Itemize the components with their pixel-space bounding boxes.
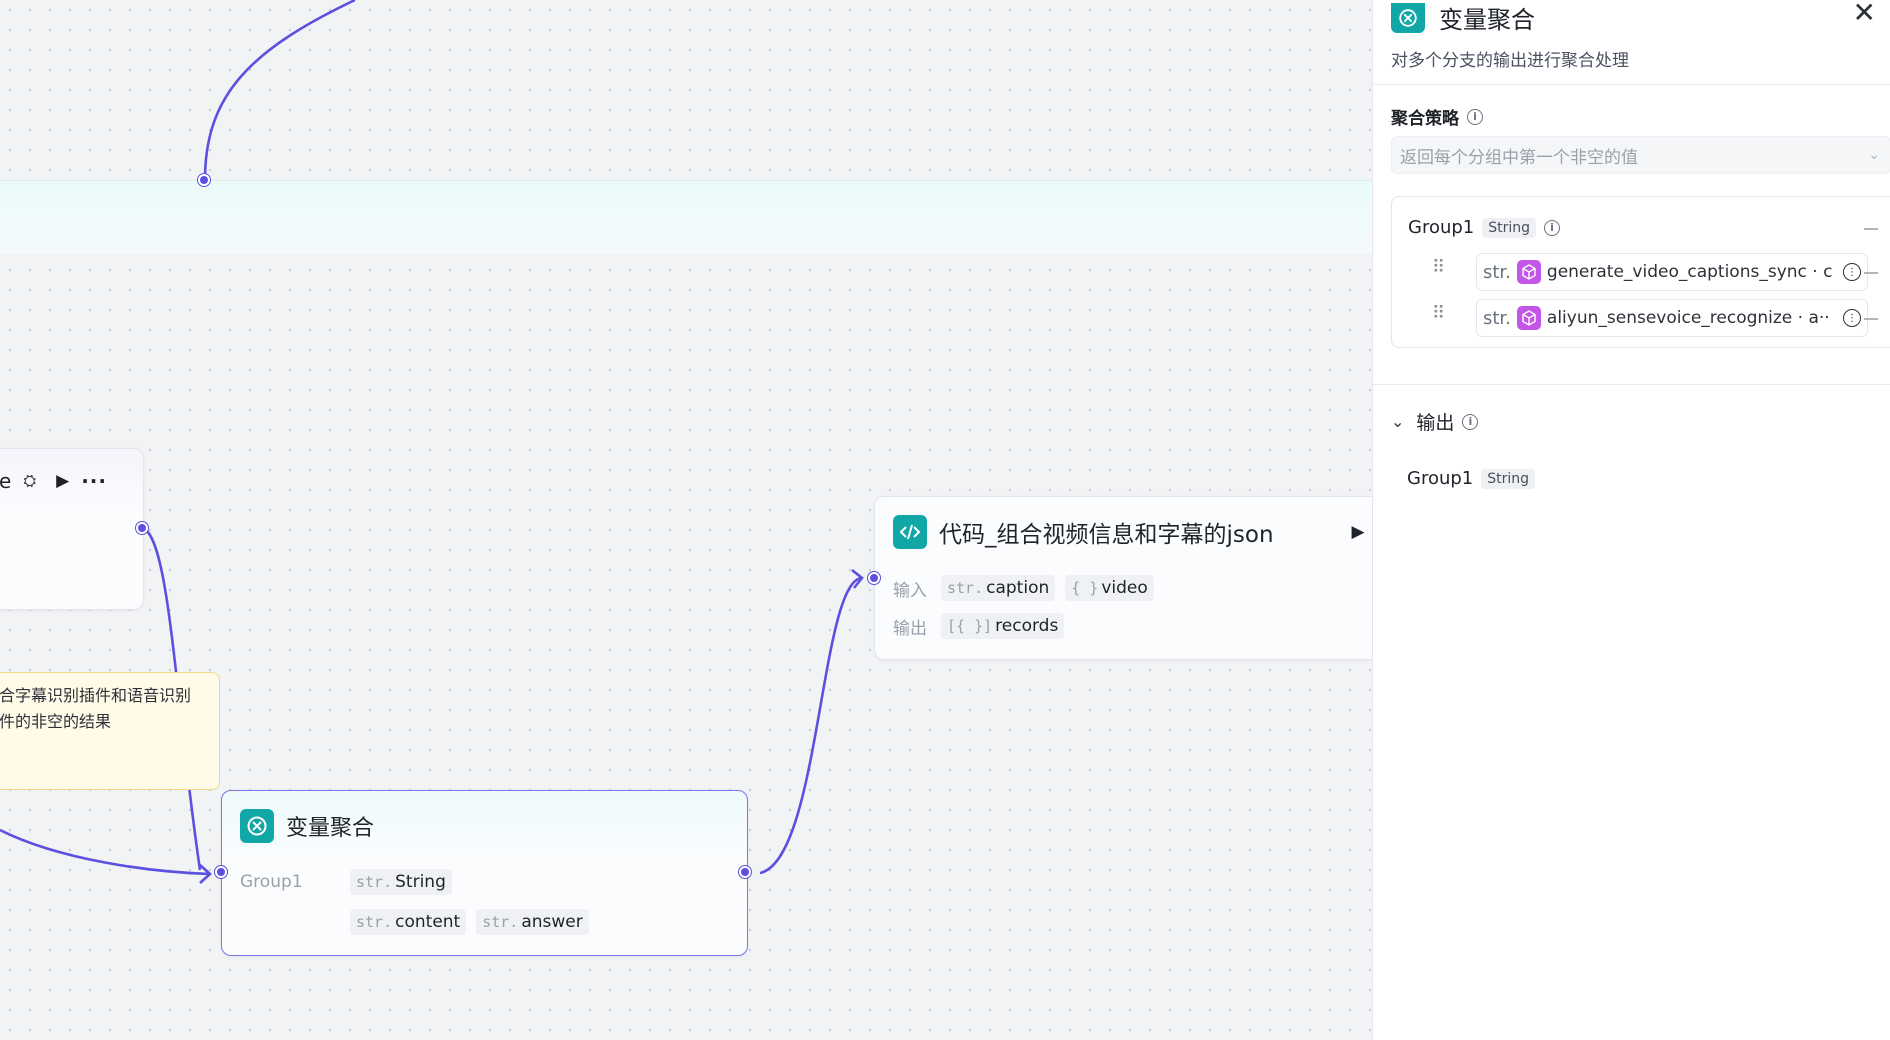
edge-agg-to-code bbox=[759, 576, 863, 875]
code-input-chip: str. caption bbox=[941, 575, 1056, 601]
variable-path: aliyun_sensevoice_recognize · a·· bbox=[1546, 308, 1830, 328]
aggregator-node-title: 变量聚合 bbox=[286, 816, 375, 841]
variable-picker-icon[interactable]: ⋮ bbox=[1843, 309, 1861, 327]
iteration-band bbox=[0, 180, 1372, 253]
variable-aggregator-icon bbox=[1391, 2, 1425, 33]
variable-aggregator-icon bbox=[240, 809, 274, 843]
strategy-select-value: 返回每个分组中第一个非空的值 bbox=[1400, 147, 1638, 168]
node-title-tail: e bbox=[0, 469, 12, 493]
strategy-select[interactable]: 返回每个分组中第一个非空的值 ⌄ bbox=[1391, 136, 1890, 174]
more-icon[interactable]: ··· bbox=[81, 469, 107, 493]
code-icon bbox=[893, 515, 927, 549]
code-node-input-handle[interactable] bbox=[868, 572, 880, 584]
edge-arrow-code bbox=[851, 568, 864, 589]
code-node[interactable]: 代码_组合视频信息和字幕的json ▶ 输入 str. caption { } vi… bbox=[874, 496, 1372, 660]
variable-selector[interactable]: str. generate_video_captions_sync · c ⋮ bbox=[1476, 253, 1868, 291]
remove-group-icon[interactable] bbox=[1864, 228, 1878, 230]
output-section-header[interactable]: ⌄ 输出 i bbox=[1391, 408, 1479, 435]
aggregator-var-chip: str. answer bbox=[476, 909, 589, 935]
remove-variable-icon[interactable] bbox=[1864, 318, 1878, 320]
note-line-2: 件的非空的结果 bbox=[0, 712, 112, 731]
plugin-icon bbox=[1516, 306, 1541, 330]
drag-handle-icon[interactable]: ⠿ bbox=[1432, 259, 1446, 277]
chevron-down-icon: ⌄ bbox=[1391, 412, 1405, 431]
info-icon[interactable]: i bbox=[1462, 413, 1479, 430]
code-output-chip: [{ }] records bbox=[941, 613, 1065, 639]
info-icon[interactable]: i bbox=[1544, 219, 1561, 236]
variable-path: generate_video_captions_sync · c bbox=[1546, 262, 1833, 282]
variable-selector[interactable]: str. aliyun_sensevoice_recognize · a·· ⋮ bbox=[1476, 299, 1868, 337]
aggregator-var-chip: str. content bbox=[350, 909, 467, 935]
aggregator-group-label: Group1 bbox=[240, 872, 303, 892]
aggregator-node[interactable]: 变量聚合 Group1 str. String str. content str. a… bbox=[221, 790, 748, 956]
group-card: Group1 String i ⠿ str. generate_video_ca… bbox=[1391, 196, 1890, 348]
panel-description[interactable]: 对多个分支的输出进行聚合处理 bbox=[1391, 46, 1629, 71]
group-name[interactable]: Group1 bbox=[1408, 217, 1474, 238]
code-input-chip: { } video bbox=[1065, 575, 1154, 601]
workflow-canvas[interactable]: e ⛭ ▶ ··· 合字幕识别插件和语音识别 件的非空的结果 代码_组合视频信息… bbox=[0, 0, 1372, 1040]
close-icon[interactable]: ✕ bbox=[1853, 0, 1876, 29]
drag-handle-icon[interactable]: ⠿ bbox=[1432, 305, 1446, 323]
variable-type: str. bbox=[1483, 261, 1511, 283]
code-node-title: 代码_组合视频信息和字幕的json bbox=[939, 522, 1274, 548]
variable-type: str. bbox=[1483, 307, 1511, 329]
edge-top bbox=[203, 0, 356, 181]
output-group-type-badge: String bbox=[1481, 468, 1536, 489]
aggregator-input-handle[interactable] bbox=[215, 866, 227, 878]
partial-node-output-handle[interactable] bbox=[136, 522, 148, 534]
node-settings-panel: 变量聚合 ✕ 对多个分支的输出进行聚合处理 聚合策略 i 返回每个分组中第一个非… bbox=[1372, 0, 1890, 1040]
note-line-1: 合字幕识别插件和语音识别 bbox=[0, 686, 192, 705]
remove-variable-icon[interactable] bbox=[1864, 272, 1878, 274]
code-input-label: 输入 bbox=[893, 580, 927, 601]
robot-icon: ⛭ bbox=[23, 471, 37, 490]
divider bbox=[1373, 84, 1890, 85]
aggregator-group-type: str. String bbox=[350, 869, 452, 895]
partial-node[interactable]: e ⛭ ▶ ··· bbox=[0, 448, 144, 610]
edge-arrow-agg bbox=[199, 864, 212, 884]
aggregator-output-handle[interactable] bbox=[739, 866, 751, 878]
group-type-badge: String bbox=[1482, 217, 1537, 238]
output-label: 输出 bbox=[1416, 412, 1455, 434]
variable-picker-icon[interactable]: ⋮ bbox=[1843, 263, 1861, 281]
plugin-icon bbox=[1516, 260, 1541, 284]
code-output-label: 输出 bbox=[893, 618, 927, 639]
output-group-name: Group1 bbox=[1407, 468, 1474, 489]
edge-left-to-agg bbox=[0, 828, 211, 876]
edge-handle-top[interactable] bbox=[198, 174, 210, 186]
divider bbox=[1373, 384, 1890, 385]
play-icon[interactable]: ▶ bbox=[56, 471, 69, 491]
chevron-down-icon: ⌄ bbox=[1868, 147, 1880, 163]
note-card[interactable]: 合字幕识别插件和语音识别 件的非空的结果 bbox=[0, 672, 220, 790]
strategy-label: 聚合策略 bbox=[1391, 109, 1459, 129]
play-icon[interactable]: ▶ bbox=[1352, 522, 1365, 542]
panel-title[interactable]: 变量聚合 bbox=[1439, 0, 1535, 35]
info-icon[interactable]: i bbox=[1467, 108, 1483, 125]
